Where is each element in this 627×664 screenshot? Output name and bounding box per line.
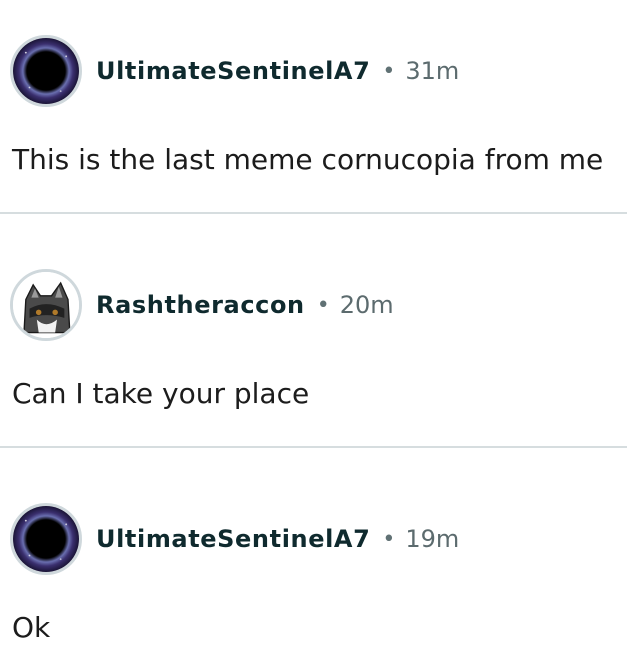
username[interactable]: Rashtheraccon [96,291,305,319]
timestamp: 31m [405,57,460,85]
raccoon-avatar-icon [13,272,79,338]
separator-dot: • [382,58,396,84]
comment-text: Ok [12,611,51,644]
avatar[interactable] [10,503,82,575]
separator-dot: • [382,526,396,552]
avatar[interactable] [10,35,82,107]
username[interactable]: UltimateSentinelA7 [96,525,370,553]
divider [0,212,627,214]
comment-header: UltimateSentinelA7 • 19m [10,503,459,575]
timestamp: 20m [339,291,394,319]
username[interactable]: UltimateSentinelA7 [96,57,370,85]
comment-text: Can I take your place [12,377,310,410]
separator-dot: • [316,292,330,318]
timestamp: 19m [405,525,460,553]
comment-header: Rashtheraccon • 20m [10,269,394,341]
comment-header: UltimateSentinelA7 • 31m [10,35,459,107]
black-hole-avatar-icon [13,38,79,104]
comment-text: This is the last meme cornucopia from me [12,143,604,176]
avatar[interactable] [10,269,82,341]
black-hole-avatar-icon [13,506,79,572]
divider [0,446,627,448]
